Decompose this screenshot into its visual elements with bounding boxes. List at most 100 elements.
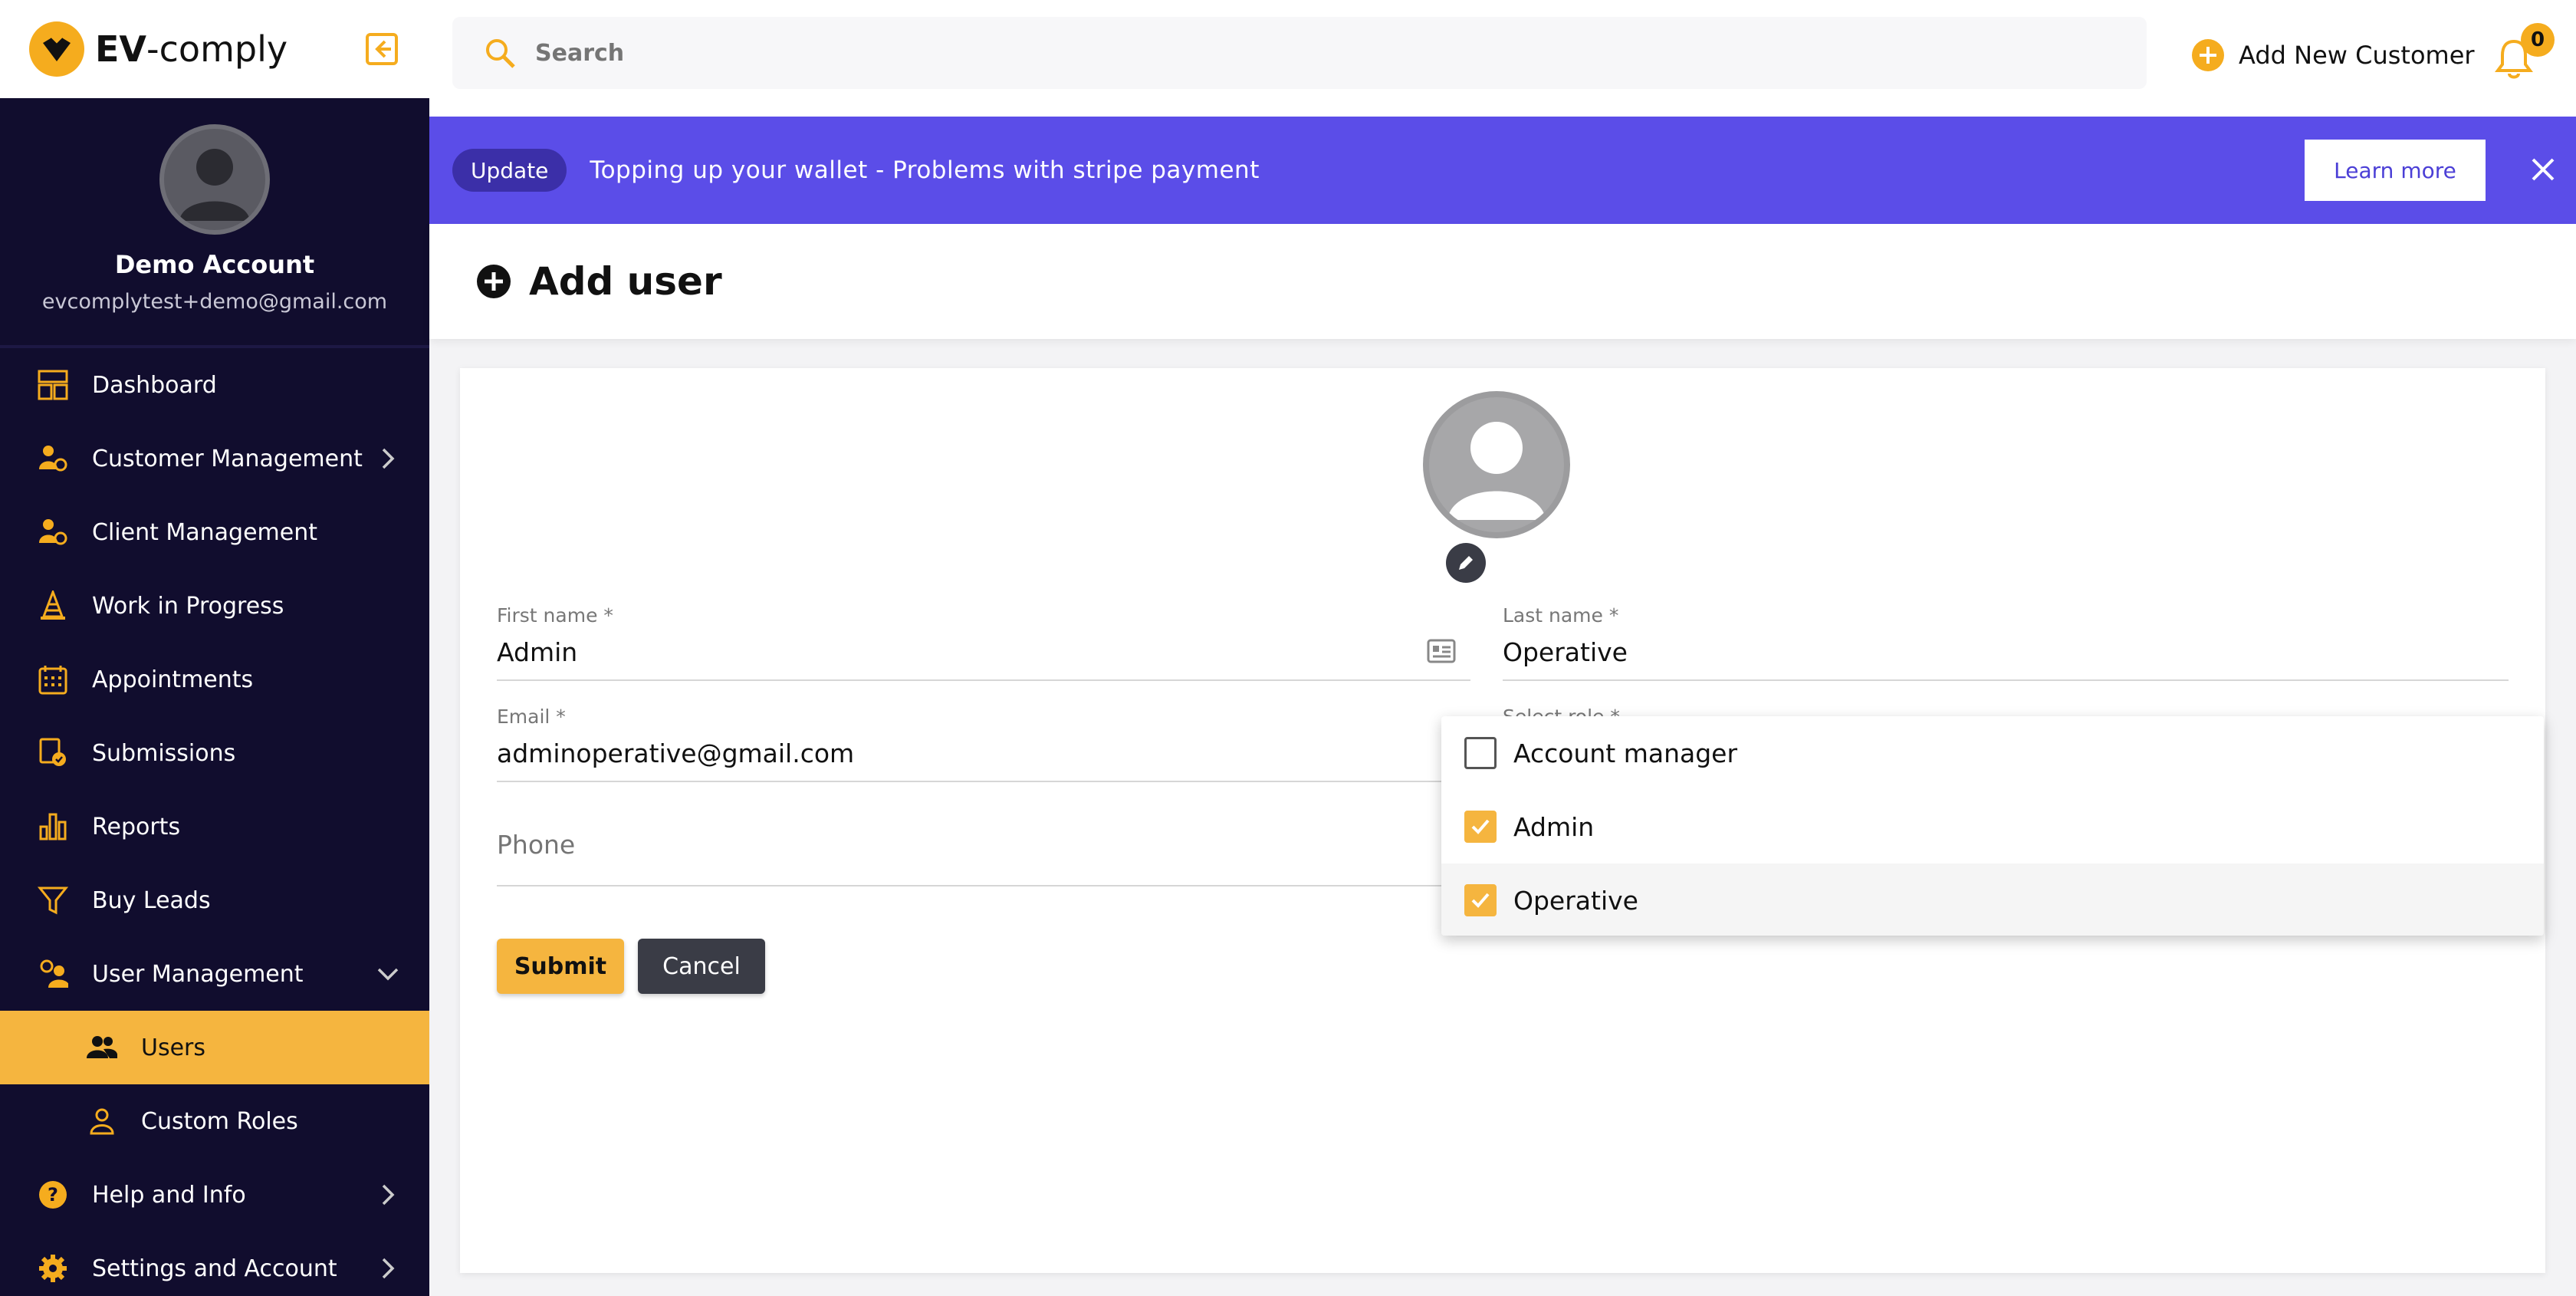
sidebar-item-label: Users xyxy=(141,1034,206,1061)
sidebar-item-dashboard[interactable]: Dashboard xyxy=(0,348,429,422)
role-option-label: Admin xyxy=(1513,811,1595,842)
phone-field[interactable] xyxy=(497,813,1470,886)
profile-email: evcomplytest+demo@gmail.com xyxy=(41,290,388,314)
field-underline xyxy=(497,679,1470,681)
first-name-input[interactable] xyxy=(497,633,816,671)
search-input[interactable] xyxy=(535,39,1992,67)
checkbox-checked-icon[interactable] xyxy=(1464,811,1497,843)
checkbox-checked-icon[interactable] xyxy=(1464,884,1497,916)
collapse-sidebar-icon[interactable] xyxy=(365,32,399,66)
notification-badge: 0 xyxy=(2521,23,2555,57)
phone-input[interactable] xyxy=(497,830,1187,860)
avatar[interactable] xyxy=(159,124,270,235)
profile-section: Demo Account evcomplytest+demo@gmail.com xyxy=(0,98,429,348)
search-bar[interactable] xyxy=(452,17,2147,89)
update-tag: Update xyxy=(452,149,567,192)
first-name-label: First name * xyxy=(497,604,613,627)
sidebar-item-label: Customer Management xyxy=(92,445,363,472)
sidebar-item-label: Work in Progress xyxy=(92,592,284,620)
sidebar-item-label: Appointments xyxy=(92,666,254,693)
gear-icon xyxy=(35,1251,71,1286)
role-option-label: Account manager xyxy=(1513,738,1738,768)
email-label: Email * xyxy=(497,706,566,728)
sidebar-item-label: User Management xyxy=(92,960,304,988)
customer-management-icon xyxy=(35,441,71,476)
field-underline xyxy=(497,781,1470,782)
role-option-operative[interactable]: Operative xyxy=(1441,863,2544,936)
search-icon xyxy=(483,36,517,70)
page-title: Add user xyxy=(529,259,722,304)
learn-more-button[interactable]: Learn more xyxy=(2305,140,2486,201)
add-circle-icon xyxy=(475,263,512,300)
plus-circle-icon xyxy=(2191,38,2225,72)
sidebar-nav: Dashboard Customer Management Client Man… xyxy=(0,348,429,1296)
banner-message: Topping up your wallet - Problems with s… xyxy=(590,156,1260,184)
chevron-down-icon xyxy=(374,960,402,988)
sidebar-item-label: Settings and Account xyxy=(92,1255,337,1282)
calendar-icon xyxy=(35,662,71,697)
sidebar-item-settings[interactable]: Settings and Account xyxy=(0,1232,429,1296)
client-management-icon xyxy=(35,515,71,550)
dashboard-icon xyxy=(35,367,71,403)
sidebar-item-users[interactable]: Users xyxy=(0,1011,429,1084)
sidebar-item-custom-roles[interactable]: Custom Roles xyxy=(0,1084,429,1158)
add-new-customer-button[interactable]: Add New Customer xyxy=(2191,38,2475,72)
sidebar-item-label: Buy Leads xyxy=(92,886,211,914)
role-option-account-manager[interactable]: Account manager xyxy=(1441,716,2544,790)
sidebar-item-reports[interactable]: Reports xyxy=(0,790,429,863)
logo-icon xyxy=(29,21,84,77)
last-name-label: Last name * xyxy=(1503,604,1619,627)
sidebar-item-help[interactable]: ? Help and Info xyxy=(0,1158,429,1232)
add-new-customer-label: Add New Customer xyxy=(2239,41,2475,70)
traffic-cone-icon xyxy=(35,588,71,623)
role-option-label: Operative xyxy=(1513,885,1638,916)
email-input[interactable] xyxy=(497,734,1417,772)
pencil-icon xyxy=(1459,556,1473,570)
sidebar-item-appointments[interactable]: Appointments xyxy=(0,643,429,716)
chevron-right-icon xyxy=(374,445,402,472)
close-icon[interactable] xyxy=(2524,150,2562,189)
sidebar-item-label: Reports xyxy=(92,813,181,840)
email-field[interactable]: Email * xyxy=(497,706,1470,782)
field-underline xyxy=(497,885,1470,886)
user-avatar[interactable] xyxy=(1423,391,1570,538)
sidebar-item-label: Custom Roles xyxy=(141,1107,298,1135)
sidebar-item-label: Client Management xyxy=(92,518,318,546)
sidebar-item-label: Dashboard xyxy=(92,371,217,399)
cancel-button[interactable]: Cancel xyxy=(638,939,765,994)
person-icon xyxy=(84,1104,120,1139)
sidebar-item-buy-leads[interactable]: Buy Leads xyxy=(0,863,429,937)
profile-name: Demo Account xyxy=(114,250,315,279)
help-icon: ? xyxy=(35,1177,71,1212)
field-underline xyxy=(1503,679,2509,681)
update-banner: Update Topping up your wallet - Problems… xyxy=(429,117,2576,224)
sidebar-item-user-management[interactable]: User Management xyxy=(0,937,429,1011)
logo-bar: EV-comply xyxy=(0,0,429,98)
logo-text: EV-comply xyxy=(95,28,288,70)
contact-card-icon[interactable] xyxy=(1426,638,1457,664)
sidebar-item-client-management[interactable]: Client Management xyxy=(0,495,429,569)
last-name-field[interactable]: Last name * xyxy=(1503,604,2509,681)
users-icon xyxy=(84,1030,120,1065)
sidebar-item-label: Submissions xyxy=(92,739,236,767)
sidebar: EV-comply Demo Account evcomplytest+demo… xyxy=(0,0,429,1296)
sidebar-item-label: Help and Info xyxy=(92,1181,246,1209)
first-name-field[interactable]: First name * xyxy=(497,604,1470,681)
chevron-right-icon xyxy=(374,1255,402,1282)
topbar: Add New Customer 0 xyxy=(429,0,2576,117)
last-name-input[interactable] xyxy=(1503,633,1822,671)
checkbox-unchecked-icon[interactable] xyxy=(1464,737,1497,769)
sidebar-item-work-in-progress[interactable]: Work in Progress xyxy=(0,569,429,643)
funnel-icon xyxy=(35,883,71,918)
sidebar-item-submissions[interactable]: Submissions xyxy=(0,716,429,790)
submit-button[interactable]: Submit xyxy=(497,939,624,994)
page-header: Add user xyxy=(429,224,2576,339)
user-management-icon xyxy=(35,956,71,992)
role-option-admin[interactable]: Admin xyxy=(1441,790,2544,863)
edit-avatar-button[interactable] xyxy=(1446,543,1486,583)
bar-chart-icon xyxy=(35,809,71,844)
role-dropdown-menu: Account manager Admin Operative xyxy=(1441,716,2544,936)
submissions-icon xyxy=(35,735,71,771)
chevron-right-icon xyxy=(374,1181,402,1209)
sidebar-item-customer-management[interactable]: Customer Management xyxy=(0,422,429,495)
